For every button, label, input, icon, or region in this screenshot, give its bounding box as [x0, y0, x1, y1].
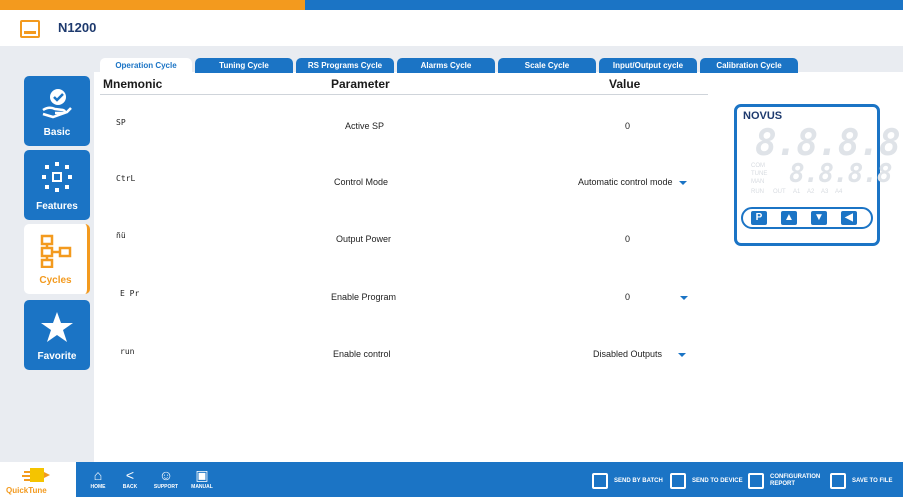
home-button[interactable]: ⌂ HOME	[84, 466, 112, 496]
indicator-label: A2	[807, 189, 815, 195]
device-preview: NOVUS 8.8.8.8 COM TUNE MAN 8.8.8.8 RUN O…	[734, 104, 901, 246]
send-device-icon	[670, 473, 686, 489]
indicator-label: OUT	[773, 189, 786, 195]
device-display: 8.8.8.8 COM TUNE MAN 8.8.8.8 RUN OUT A1 …	[745, 123, 901, 203]
save-to-file-label: SAVE TO FILE	[852, 477, 893, 484]
send-to-device-label: SEND TO DEVICE	[692, 477, 743, 484]
indicator-label: A4	[835, 189, 843, 195]
sidebar-item-favorite[interactable]: Favorite	[24, 300, 90, 370]
report-icon	[748, 473, 764, 489]
manual-icon: ▣	[195, 467, 209, 483]
device-keypad: P ▲ ▼ ◀	[741, 207, 873, 229]
save-to-file-button[interactable]: SAVE TO FILE	[830, 470, 892, 492]
sidebar-item-features[interactable]: Features	[24, 150, 90, 220]
device-brand: NOVUS	[743, 110, 783, 122]
device-file-icon	[20, 20, 40, 38]
mnemonic-cell: run	[120, 347, 135, 356]
manual-button[interactable]: ▣ MANUAL	[188, 466, 216, 496]
display-bottom: 8.8.8.8	[789, 159, 893, 189]
device-p-button[interactable]: P	[751, 211, 767, 225]
column-header-value: Value	[609, 77, 641, 91]
mnemonic-cell: E Pr	[120, 289, 140, 298]
hand-check-icon	[24, 86, 90, 120]
dropdown-value: 0	[625, 292, 631, 302]
chevron-down-icon	[678, 180, 687, 185]
indicator-label: A1	[793, 189, 801, 195]
indicator-label: A3	[821, 189, 829, 195]
flowchart-icon	[24, 234, 87, 268]
column-header-mnemonic: Mnemonic	[103, 77, 163, 91]
value-dropdown[interactable]: Automatic control mode	[578, 177, 687, 187]
header-divider	[100, 94, 708, 95]
mnemonic-cell: CtrL	[116, 174, 136, 183]
quicktune-logo-icon	[22, 468, 50, 482]
network-icon	[24, 160, 90, 194]
tab-alarms-cycle[interactable]: Alarms Cycle	[397, 58, 495, 73]
sidebar-item-label: Features	[36, 201, 78, 212]
mnemonic-cell: SP	[116, 118, 126, 127]
sidebar-item-label: Cycles	[39, 275, 72, 286]
value-dropdown[interactable]: 0	[625, 292, 689, 302]
parameter-cell: Active SP	[345, 121, 385, 131]
indicator-label: MAN	[751, 179, 765, 185]
back-icon: <	[125, 467, 135, 483]
support-icon: ☺	[158, 467, 174, 483]
star-icon	[24, 310, 90, 344]
column-header-parameter: Parameter	[331, 77, 390, 91]
send-batch-icon	[592, 473, 608, 489]
chevron-down-icon	[680, 295, 689, 300]
quicktune-logo: QuickTune	[0, 462, 76, 497]
value-field[interactable]: 0	[625, 121, 630, 131]
send-by-batch-label: SEND BY BATCH	[614, 477, 663, 484]
top-accent-blue	[305, 0, 903, 10]
back-button[interactable]: < BACK	[116, 466, 144, 496]
chevron-down-icon	[678, 352, 687, 357]
send-to-device-button[interactable]: SEND TO DEVICE	[670, 470, 743, 492]
value-dropdown[interactable]: Disabled Outputs	[593, 349, 687, 359]
sidebar-item-cycles[interactable]: Cycles	[24, 224, 90, 294]
top-bar: N1200	[0, 0, 903, 48]
value-field[interactable]: 0	[625, 234, 630, 244]
indicator-label: TUNE	[751, 171, 768, 177]
tab-rs-programs-cycle[interactable]: RS Programs Cycle	[296, 58, 394, 73]
tab-calibration-cycle[interactable]: Calibration Cycle	[700, 58, 798, 73]
configuration-report-button[interactable]: CONFIGURATION REPORT	[748, 470, 820, 492]
parameter-cell: Control Mode	[334, 177, 389, 187]
dropdown-value: Disabled Outputs	[593, 349, 663, 359]
logo-text: QuickTune	[6, 486, 47, 495]
tab-input-output-cycle[interactable]: Input/Output cycle	[599, 58, 697, 73]
dropdown-value: Automatic control mode	[578, 177, 673, 187]
home-label: HOME	[90, 484, 106, 490]
manual-label: MANUAL	[191, 484, 213, 490]
device-back-button[interactable]: ◀	[841, 211, 857, 225]
device-up-button[interactable]: ▲	[781, 211, 797, 225]
back-label: BACK	[122, 484, 138, 490]
sidebar-item-label: Basic	[43, 127, 71, 138]
parameter-cell: Output Power	[336, 234, 392, 244]
app-window: N1200 Operation Cycle Tuning Cycle RS Pr…	[0, 0, 903, 497]
display-top: 8.8.8.8	[755, 123, 901, 164]
home-icon: ⌂	[93, 467, 103, 483]
sidebar-item-label: Favorite	[37, 351, 77, 362]
mnemonic-cell: ñü	[116, 231, 126, 240]
indicator-label: COM	[751, 163, 765, 169]
support-label: SUPPORT	[153, 484, 179, 490]
configuration-report-label: CONFIGURATION REPORT	[770, 474, 821, 487]
send-by-batch-button[interactable]: SEND BY BATCH	[592, 470, 663, 492]
support-button[interactable]: ☺ SUPPORT	[152, 466, 180, 496]
indicator-label: RUN	[751, 189, 764, 195]
tab-tuning-cycle[interactable]: Tuning Cycle	[195, 58, 293, 73]
parameter-cell: Enable Program	[331, 292, 397, 302]
device-title: N1200	[58, 20, 97, 35]
device-down-button[interactable]: ▼	[811, 211, 827, 225]
parameter-cell: Enable control	[333, 349, 391, 359]
tab-scale-cycle[interactable]: Scale Cycle	[498, 58, 596, 73]
top-accent-orange	[0, 0, 305, 10]
tab-operation-cycle[interactable]: Operation Cycle	[100, 58, 192, 73]
save-icon	[830, 473, 846, 489]
sidebar-item-basic[interactable]: Basic	[24, 76, 90, 146]
